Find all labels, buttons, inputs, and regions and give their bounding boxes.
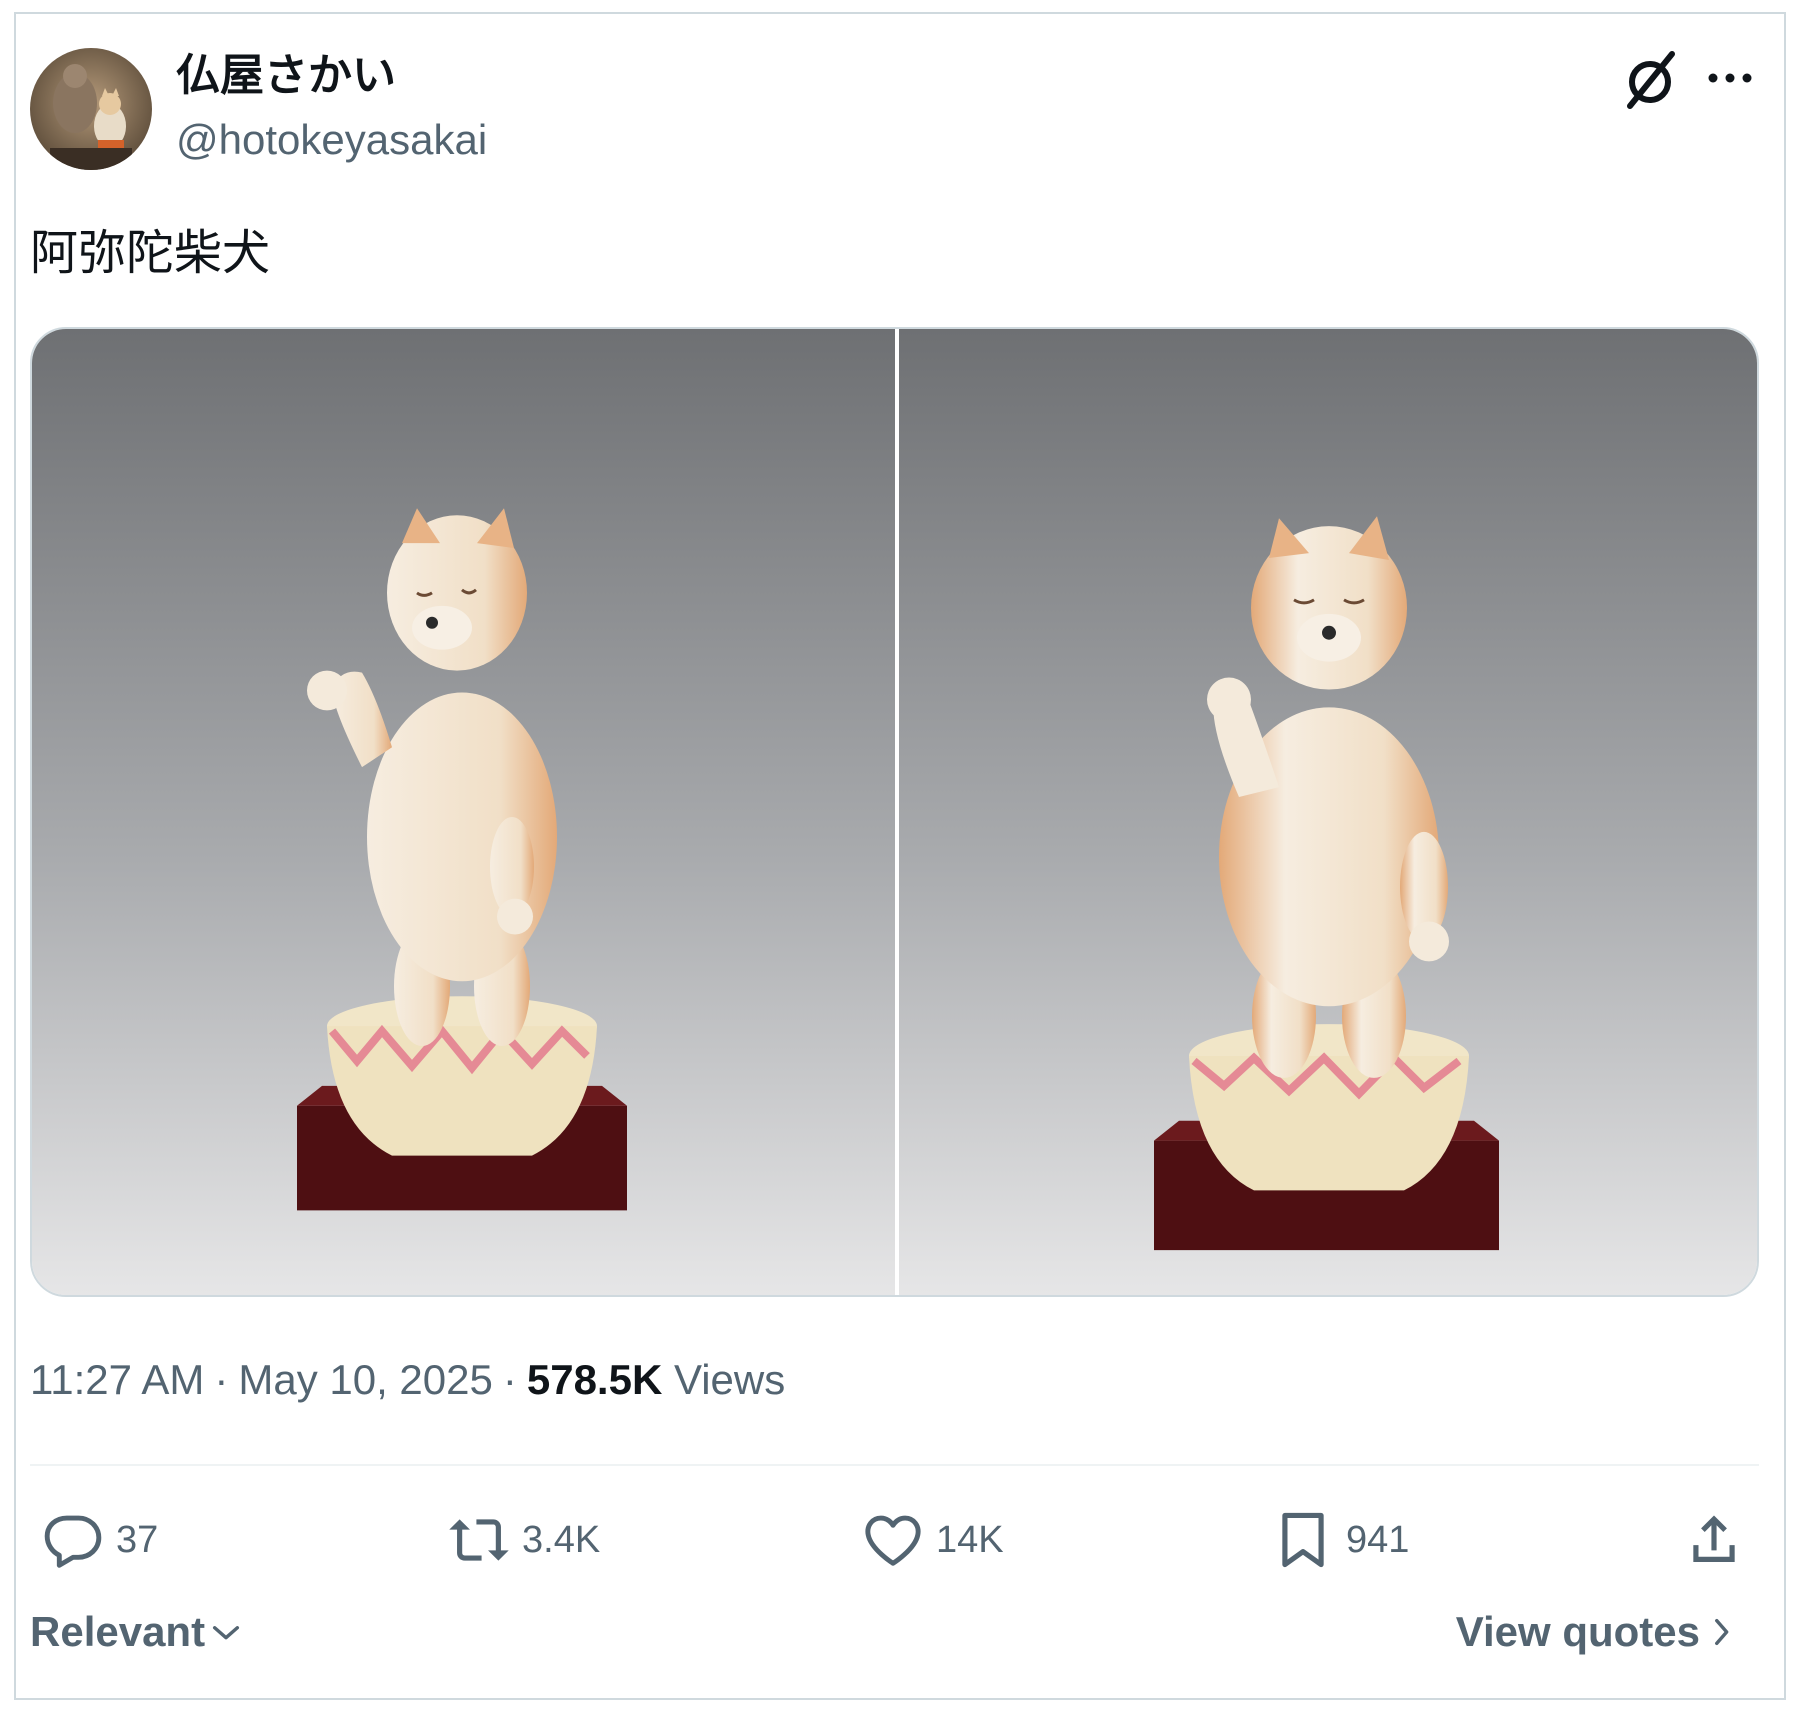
share-icon [1693,1515,1735,1562]
reply-count: 37 [116,1518,159,1561]
grok-icon[interactable] [1618,50,1682,110]
author-display-name[interactable]: 仏屋さかい [176,46,396,106]
author-handle[interactable]: @hotokeyasakai [176,112,487,168]
sort-relevant-button[interactable]: Relevant [30,1608,243,1656]
shiba-statue-photo [32,329,895,1295]
divider [30,1464,1759,1466]
views-label: Views [673,1356,786,1403]
view-quotes-link[interactable]: View quotes [1456,1608,1738,1656]
heart-icon [865,1515,921,1566]
tweet-meta: 11:27 AM · May 10, 2025 · 578.5K Views [30,1352,785,1408]
media-photo-2[interactable] [899,329,1757,1295]
bookmark-button[interactable]: 941 [1272,1508,1409,1572]
like-count: 14K [936,1518,1004,1561]
shiba-statue-photo [899,329,1757,1295]
retweet-icon [449,1519,509,1561]
tweet-time[interactable]: 11:27 AM [30,1356,204,1403]
more-icon[interactable] [1705,58,1755,98]
reply-button[interactable]: 37 [42,1508,158,1572]
retweet-button[interactable]: 3.4K [448,1508,600,1572]
meta-separator: · [502,1356,517,1403]
chevron-down-icon [213,1626,240,1640]
sort-label: Relevant [30,1608,206,1655]
tweet-date[interactable]: May 10, 2025 [238,1356,493,1403]
retweet-count: 3.4K [522,1518,601,1561]
meta-separator: · [214,1356,229,1403]
like-button[interactable]: 14K [862,1508,1004,1572]
media-grid [30,327,1759,1297]
bookmark-count: 941 [1346,1518,1410,1561]
tweet-text: 阿弥陀柴犬 [30,225,271,281]
views-count: 578.5K [526,1356,663,1403]
reply-icon [44,1515,102,1568]
view-quotes-label: View quotes [1455,1608,1700,1655]
share-button[interactable] [1683,1508,1757,1572]
media-photo-1[interactable] [32,329,895,1295]
avatar-statue-icon [30,48,152,170]
chevron-right-icon [1715,1618,1729,1646]
bookmark-icon [1282,1512,1324,1568]
avatar[interactable] [30,48,152,170]
